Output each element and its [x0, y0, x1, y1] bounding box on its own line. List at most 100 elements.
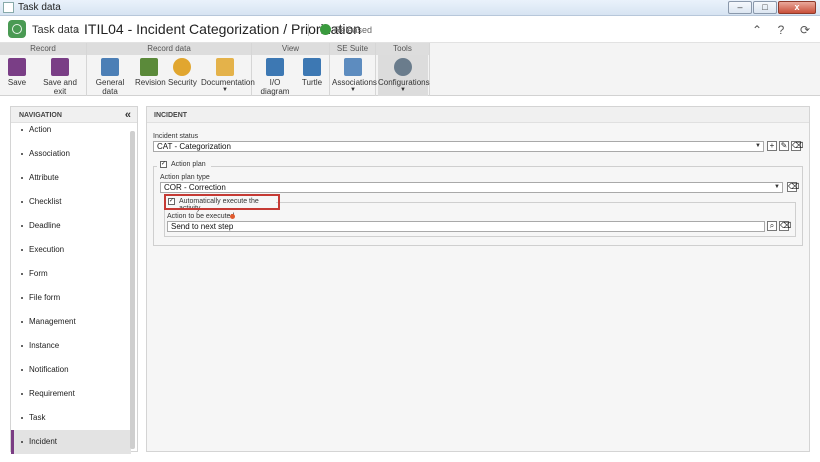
maximize-button[interactable]: □: [753, 1, 777, 14]
bullet-icon: [21, 440, 23, 443]
nav-item-execution[interactable]: Execution: [11, 238, 131, 262]
nav-item-action[interactable]: Action: [11, 124, 131, 136]
clear-icon[interactable]: ⌫: [779, 221, 791, 231]
minimize-button[interactable]: –: [728, 1, 752, 14]
save-and-exit-button[interactable]: Save and exit: [36, 55, 84, 96]
bullet-icon: [21, 368, 23, 371]
search-icon[interactable]: ⌕: [767, 221, 777, 231]
folder-icon: [216, 58, 234, 76]
nav-item-label: Requirement: [29, 389, 75, 398]
nav-item-file-form[interactable]: File form: [11, 286, 131, 310]
action-plan-legend: ✓ Action plan: [157, 159, 211, 171]
bullet-icon: [21, 344, 23, 347]
help-icon[interactable]: ?: [774, 23, 788, 37]
header-divider: [308, 24, 309, 36]
nav-item-label: Notification: [29, 365, 69, 374]
breadcrumb-root[interactable]: Task data: [32, 24, 79, 36]
ribbon-group-title: Record: [0, 43, 86, 55]
chevron-down-icon: ▼: [350, 87, 356, 93]
nav-item-attribute[interactable]: Attribute: [11, 166, 131, 190]
breadcrumb-separator-icon: ›: [75, 22, 79, 36]
header-actions: ⌃ ? ⟳: [750, 23, 812, 37]
chevron-down-icon: ▼: [222, 87, 228, 93]
app-logo-icon: [8, 20, 26, 38]
nav-item-incident[interactable]: Incident: [11, 430, 131, 454]
nav-item-label: Form: [29, 269, 48, 278]
revision-button[interactable]: Revision: [135, 55, 166, 96]
ribbon-toolbar: Record Save Save and exit Record data Ge…: [0, 43, 820, 96]
edit-icon[interactable]: ✎: [779, 141, 789, 151]
security-button[interactable]: Security: [168, 55, 197, 96]
bullet-icon: [21, 128, 23, 131]
bullet-icon: [21, 416, 23, 419]
turtle-label: Turtle: [301, 78, 323, 87]
associations-icon: [344, 58, 362, 76]
nav-item-notification[interactable]: Notification: [11, 358, 131, 382]
clear-icon[interactable]: ⌫: [791, 141, 803, 151]
bullet-icon: [21, 320, 23, 323]
refresh-icon[interactable]: ⟳: [798, 23, 812, 37]
window-title: Task data: [18, 2, 61, 13]
associations-label: Associations: [332, 78, 377, 87]
save-button[interactable]: Save: [4, 55, 30, 96]
general-data-icon: [101, 58, 119, 76]
nav-item-requirement[interactable]: Requirement: [11, 382, 131, 406]
save-and-exit-label: Save and exit: [43, 78, 77, 96]
navigation-scrollbar[interactable]: [130, 131, 135, 449]
action-plan-type-select[interactable]: COR - Correction ▼: [160, 182, 783, 193]
chevron-down-icon: ▼: [774, 184, 780, 190]
nav-item-label: Association: [29, 149, 70, 158]
nav-item-label: Attribute: [29, 173, 59, 182]
clear-icon[interactable]: ⌫: [787, 182, 799, 192]
general-data-button[interactable]: General data: [89, 55, 131, 96]
close-window-button[interactable]: x: [778, 1, 816, 14]
io-diagram-icon: [266, 58, 284, 76]
nav-item-checklist[interactable]: Checklist: [11, 190, 131, 214]
action-plan-type-value: COR - Correction: [164, 183, 226, 192]
nav-item-task[interactable]: Task: [11, 406, 131, 430]
gears-icon: [394, 58, 412, 76]
nav-item-instance[interactable]: Instance: [11, 334, 131, 358]
add-icon[interactable]: +: [767, 141, 777, 151]
nav-item-association[interactable]: Association: [11, 142, 131, 166]
action-to-execute-field[interactable]: Send to next step: [167, 221, 765, 232]
ribbon-group-title: View: [252, 43, 329, 55]
action-plan-label: Action plan: [171, 161, 206, 168]
action-to-execute-value: Send to next step: [171, 222, 234, 231]
bullet-icon: [21, 272, 23, 275]
associations-button[interactable]: Associations ▼: [332, 55, 377, 96]
collapse-up-icon[interactable]: ⌃: [750, 23, 764, 37]
chevron-down-icon: ▼: [400, 87, 406, 93]
action-plan-checkbox[interactable]: ✓: [160, 161, 167, 168]
nav-item-form[interactable]: Form: [11, 262, 131, 286]
collapse-panel-icon[interactable]: «: [125, 109, 131, 121]
ribbon-group-record: Record Save Save and exit: [0, 43, 87, 96]
window-controls: – □ x: [728, 1, 816, 14]
configurations-label: Configurations: [378, 78, 430, 87]
incident-panel: INCIDENT Incident status CAT - Categoriz…: [146, 106, 810, 452]
nav-item-label: Execution: [29, 245, 65, 254]
bullet-icon: [21, 176, 23, 179]
io-diagram-button[interactable]: I/O diagram: [256, 55, 294, 96]
ribbon-group-tools: Tools Configurations ▼: [376, 43, 430, 96]
nav-item-deadline[interactable]: Deadline: [11, 214, 131, 238]
incident-status-label: Incident status: [153, 133, 199, 140]
bullet-icon: [21, 224, 23, 227]
bullet-icon: [21, 296, 23, 299]
nav-item-label: Action: [29, 125, 52, 134]
documentation-label: Documentation: [201, 78, 255, 87]
action-plan-type-label: Action plan type: [160, 174, 210, 181]
documentation-button[interactable]: Documentation ▼: [201, 55, 255, 96]
turtle-button[interactable]: Turtle: [299, 55, 325, 96]
key-icon: [173, 58, 191, 76]
save-icon: [8, 58, 26, 76]
bullet-icon: [21, 392, 23, 395]
highlight-annotation: [164, 194, 280, 210]
ribbon-group-se-suite: SE Suite Associations ▼: [330, 43, 377, 96]
navigation-header: NAVIGATION «: [11, 107, 137, 123]
save-exit-icon: [51, 58, 69, 76]
incident-status-select[interactable]: CAT - Categorization ▼: [153, 141, 764, 152]
configurations-button[interactable]: Configurations ▼: [378, 55, 430, 96]
nav-item-management[interactable]: Management: [11, 310, 131, 334]
chevron-down-icon: ▼: [755, 143, 761, 149]
